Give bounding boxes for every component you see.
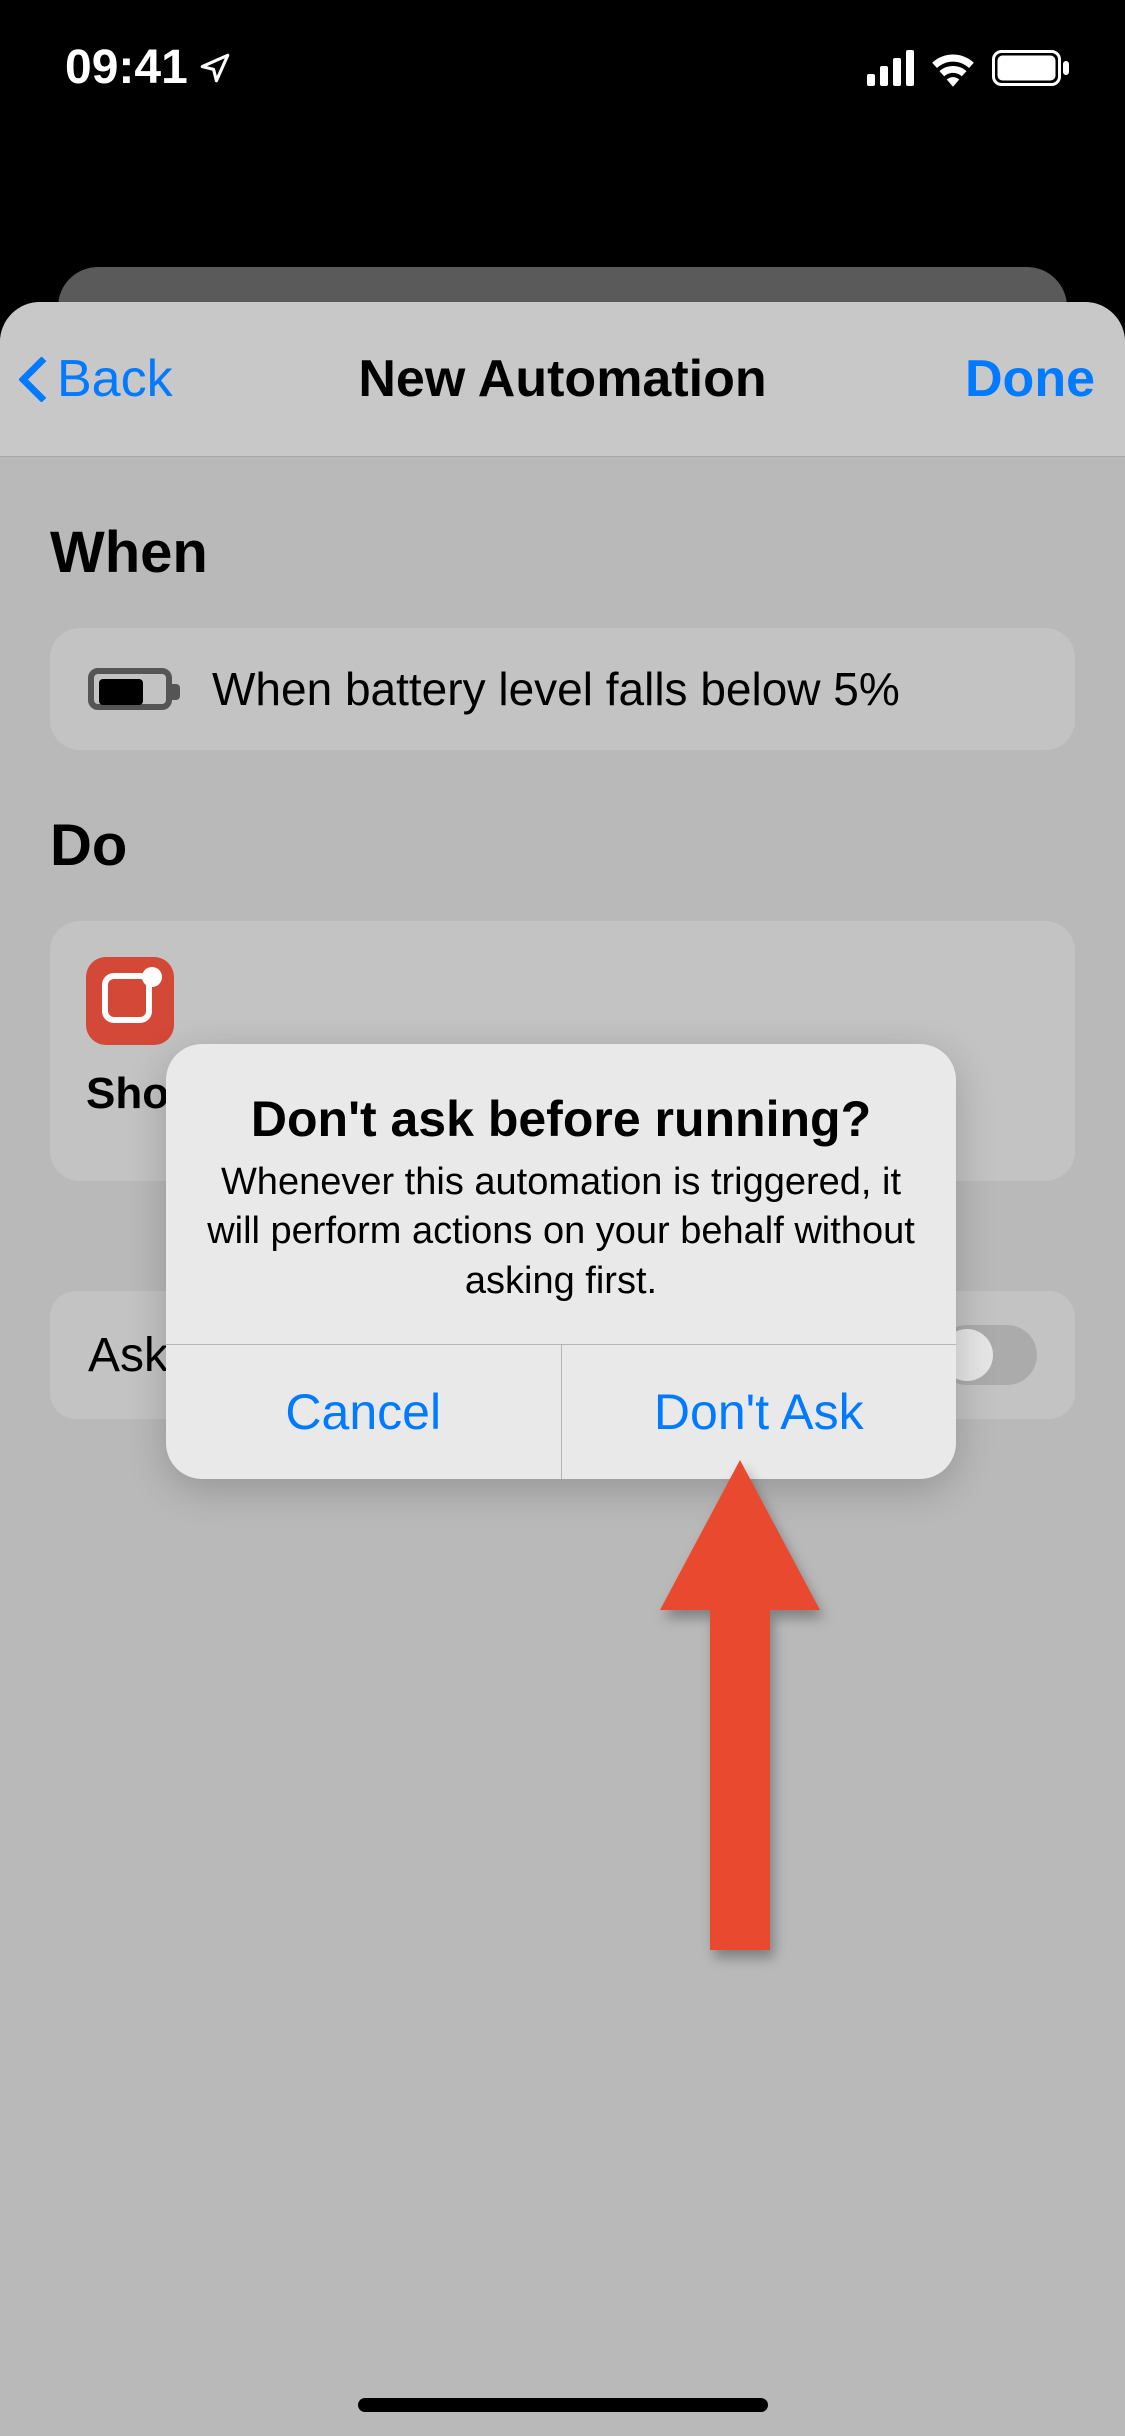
- battery-icon: [992, 50, 1070, 86]
- trigger-text: When battery level falls below 5%: [212, 662, 900, 716]
- chevron-left-icon: [15, 349, 53, 409]
- home-indicator[interactable]: [358, 2398, 768, 2412]
- alert-message: Whenever this automation is triggered, i…: [204, 1158, 918, 1306]
- ask-label: Ask: [88, 1328, 168, 1383]
- when-header: When: [50, 519, 1075, 586]
- nav-bar: Back New Automation Done: [0, 302, 1125, 457]
- confirmation-alert: Don't ask before running? Whenever this …: [166, 1044, 956, 1479]
- status-bar: 09:41: [0, 0, 1125, 135]
- when-trigger-card[interactable]: When battery level falls below 5%: [50, 628, 1075, 750]
- back-label: Back: [57, 349, 173, 409]
- cancel-button[interactable]: Cancel: [166, 1345, 562, 1479]
- status-time-text: 09:41: [65, 40, 188, 95]
- status-right: [867, 49, 1070, 87]
- alert-body: Don't ask before running? Whenever this …: [166, 1044, 956, 1344]
- battery-icon: [88, 668, 172, 710]
- wifi-icon: [928, 49, 978, 87]
- alert-title: Don't ask before running?: [204, 1090, 918, 1148]
- notification-icon: [86, 957, 174, 1045]
- back-button[interactable]: Back: [15, 349, 173, 409]
- location-icon: [198, 51, 232, 85]
- do-header: Do: [50, 812, 1075, 879]
- status-time: 09:41: [65, 40, 232, 95]
- alert-buttons: Cancel Don't Ask: [166, 1344, 956, 1479]
- annotation-arrow-icon: [660, 1460, 820, 1950]
- cellular-icon: [867, 50, 914, 86]
- done-button[interactable]: Done: [965, 349, 1095, 409]
